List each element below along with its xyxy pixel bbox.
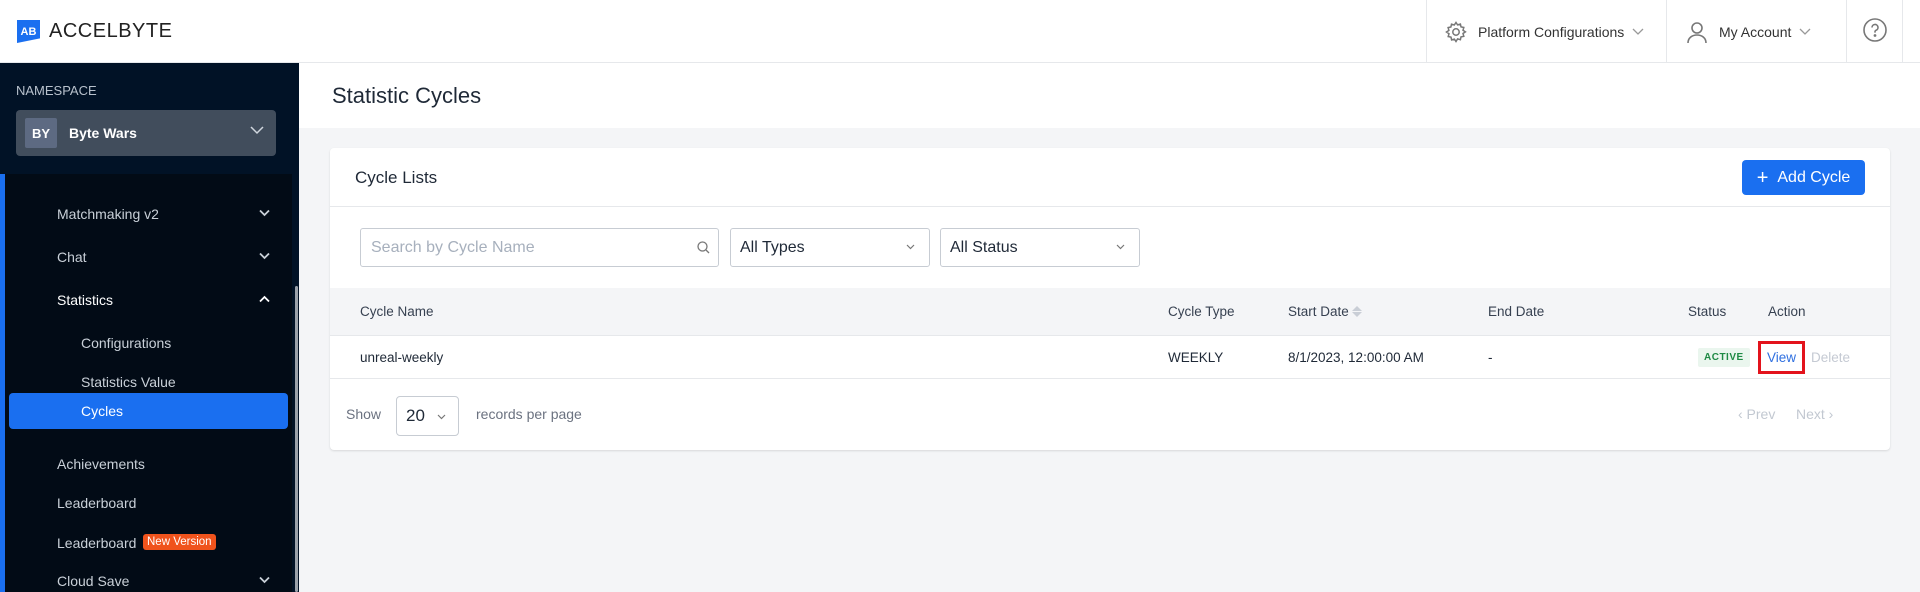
sidebar-item-label: Statistics [57,292,114,308]
chevron-down-icon [259,252,270,260]
status-badge: ACTIVE [1698,347,1750,367]
sidebar-item-achievements[interactable]: Achievements [0,446,292,482]
start-date-label: Start Date [1288,304,1349,319]
add-cycle-button[interactable]: + Add Cycle [1742,160,1865,195]
column-header-end-date: End Date [1488,304,1545,319]
chevron-down-icon [437,414,446,420]
sidebar-item-label: Leaderboard [57,495,137,511]
sidebar-item-configurations[interactable]: Configurations [0,325,292,361]
search-icon [697,241,710,254]
platform-configurations-menu[interactable]: Platform Configurations [1426,0,1666,63]
table-row: unreal-weekly WEEKLY 8/1/2023, 12:00:00 … [330,336,1890,379]
sidebar-item-statistics[interactable]: Statistics [0,282,292,318]
status-value: All Status [950,238,1018,256]
delete-link[interactable]: Delete [1811,350,1850,365]
my-account-menu[interactable]: My Account [1666,0,1846,63]
status-cell: ACTIVE [1688,336,1750,378]
chevron-down-icon [1799,28,1811,36]
search-placeholder: Search by Cycle Name [371,238,535,256]
sidebar-item-label: Leaderboard [57,535,137,551]
chevron-down-icon [259,576,270,584]
cycle-type-cell: WEEKLY [1168,349,1224,365]
sidebar-item-label: Cloud Save [57,573,130,589]
start-date-cell: 8/1/2023, 12:00:00 AM [1288,349,1424,365]
sidebar-item-label: Configurations [81,335,172,351]
sidebar-item-label: Chat [57,249,87,265]
namespace-selector[interactable]: BY Byte Wars [16,110,276,156]
chevron-up-icon [259,295,270,303]
end-date-cell: - [1488,349,1493,365]
column-header-cycle-type: Cycle Type [1168,304,1235,319]
chevron-down-icon [1116,244,1125,250]
view-link[interactable]: View [1758,340,1806,374]
show-label: Show [346,406,382,422]
namespace-label: NAMESPACE [16,83,97,98]
records-per-page-select[interactable]: 20 [396,396,459,436]
column-header-status: Status [1688,304,1727,319]
sidebar-item-matchmaking-v2[interactable]: Matchmaking v2 [0,196,292,232]
namespace-name: Byte Wars [69,125,137,141]
per-page-value: 20 [406,406,425,425]
help-circle-icon [1862,17,1888,46]
records-per-page-label: records per page [476,406,582,422]
sidebar-scrollbar[interactable] [295,286,298,592]
status-select[interactable]: All Status [940,228,1140,267]
card-header: Cycle Lists + Add Cycle [330,148,1890,207]
card-title: Cycle Lists [355,168,438,187]
sidebar-item-label: Matchmaking v2 [57,206,159,222]
help-button[interactable] [1846,0,1903,63]
chevron-down-icon [259,209,270,217]
sidebar-item-cloud-save[interactable]: Cloud Save [0,563,292,592]
my-account-label: My Account [1719,23,1792,40]
new-version-badge: New Version [143,534,216,550]
page-title: Statistic Cycles [332,83,482,108]
sidebar-item-label: Cycles [81,403,124,419]
table-header: Cycle Name Cycle Type Start Date End Dat… [330,288,1890,336]
sidebar-item-cycles[interactable]: Cycles [9,393,288,429]
column-header-start-date[interactable]: Start Date [1288,288,1362,335]
column-header-action: Action [1768,304,1806,319]
search-input[interactable]: Search by Cycle Name [360,228,719,267]
sidebar: NAMESPACE BY Byte Wars Matchmaking v2 Ch… [0,63,299,592]
brand-name: ACCELBYTE [49,20,173,42]
top-header: AB ACCELBYTE Platform Configurations My … [0,0,1920,63]
next-page-button[interactable]: Next › [1796,406,1833,422]
sidebar-item-label: Statistics Value [81,374,176,390]
sidebar-item-leaderboard[interactable]: Leaderboard [0,485,292,521]
cycle-list-card: Cycle Lists + Add Cycle Search by Cycle … [330,148,1890,450]
gear-icon [1444,20,1468,44]
namespace-badge: BY [25,118,57,148]
column-header-cycle-name: Cycle Name [360,304,434,319]
page-title-bar: Statistic Cycles [299,63,1920,128]
platform-configurations-label: Platform Configurations [1478,23,1625,40]
plus-icon: + [1756,166,1769,189]
pagination: Show 20 records per page ‹ Prev Next › [330,380,1890,450]
accelbyte-logo[interactable]: AB ACCELBYTE [17,20,172,43]
sort-icon[interactable] [1351,306,1362,317]
sidebar-item-leaderboard-new[interactable]: Leaderboard New Version [0,525,292,561]
cycle-type-value: All Types [740,238,805,256]
action-cell: View Delete [1758,336,1850,378]
chevron-down-icon [906,244,915,250]
sidebar-item-label: Achievements [57,456,145,472]
prev-page-button[interactable]: ‹ Prev [1738,406,1775,422]
chevron-down-icon [250,126,264,135]
chevron-down-icon [1632,28,1644,36]
user-icon [1685,20,1709,44]
cycle-type-select[interactable]: All Types [730,228,930,267]
add-cycle-label: Add Cycle [1777,168,1851,186]
cycle-name-cell: unreal-weekly [360,349,444,365]
sidebar-menu: Matchmaking v2 Chat Statistics Configura… [0,174,292,592]
logo-mark-icon: AB [17,20,40,43]
sidebar-item-chat[interactable]: Chat [0,239,292,275]
